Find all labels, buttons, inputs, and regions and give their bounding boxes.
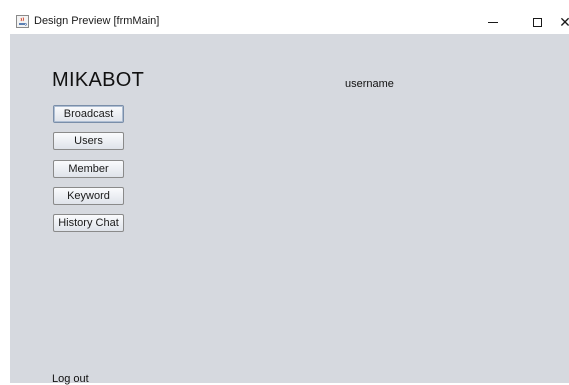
logout-link[interactable]: Log out — [52, 373, 89, 385]
minimize-button[interactable] — [471, 10, 515, 34]
history-chat-button[interactable]: History Chat — [53, 214, 124, 232]
maximize-icon — [532, 17, 542, 27]
member-button[interactable]: Member — [53, 160, 124, 178]
broadcast-button[interactable]: Broadcast — [53, 105, 124, 123]
window-title: Design Preview [frmMain] — [34, 15, 160, 27]
title-bar[interactable]: Design Preview [frmMain] ✕ — [10, 10, 569, 34]
close-icon: ✕ — [559, 14, 569, 30]
main-window: Design Preview [frmMain] ✕ MIKABOT usern… — [10, 10, 569, 385]
users-button[interactable]: Users — [53, 132, 124, 150]
username-label: username — [345, 78, 394, 90]
keyword-button[interactable]: Keyword — [53, 187, 124, 205]
app-brand-label: MIKABOT — [52, 69, 145, 91]
close-button[interactable]: ✕ — [550, 10, 569, 34]
minimize-icon — [488, 21, 498, 23]
java-app-icon — [16, 15, 29, 28]
